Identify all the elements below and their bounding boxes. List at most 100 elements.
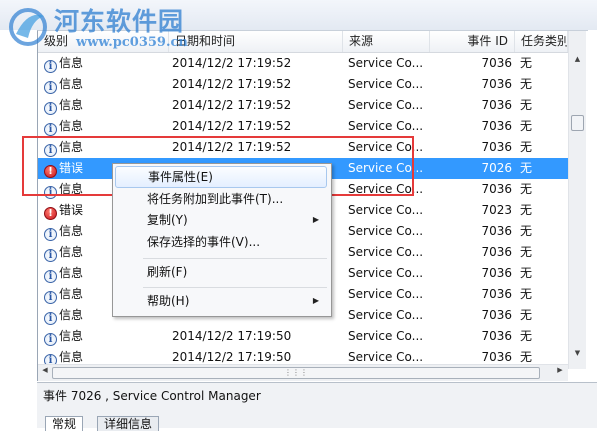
event-detail-title: 事件 7026 , Service Control Manager [43, 389, 261, 403]
column-header: 级别 日期和时间 来源 事件 ID 任务类别 [38, 31, 568, 53]
column-header-task-category[interactable]: 任务类别 [515, 31, 568, 52]
event-source: Service Co... [348, 98, 424, 112]
event-task-category: 无 [520, 287, 533, 301]
event-source: Service Co... [348, 287, 424, 301]
submenu-arrow-icon: ▶ [312, 215, 319, 224]
event-level: i 信息 [44, 137, 169, 158]
event-task-category: 无 [520, 224, 533, 238]
event-id: 7036 [481, 182, 512, 196]
event-source: Service Co... [348, 329, 424, 343]
event-task-category: 无 [520, 140, 533, 154]
event-level: i 信息 [44, 95, 169, 116]
tab-details[interactable]: 详细信息 [97, 416, 160, 431]
info-icon: i [44, 123, 57, 136]
info-icon: i [44, 333, 57, 346]
table-row[interactable]: i 信息 2014/12/2 17:19:52 Service Co... 7036 无 [38, 74, 568, 95]
info-icon: i [44, 186, 57, 199]
submenu-arrow-icon: ▶ [312, 296, 319, 305]
event-task-category: 无 [520, 77, 533, 91]
event-id: 7036 [481, 266, 512, 280]
info-icon: i [44, 312, 57, 325]
event-id: 7036 [481, 329, 512, 343]
event-source: Service Co... [348, 182, 424, 196]
context-menu: 事件属性(E) 将任务附加到此事件(T)... 复制(Y) ▶ 保存选择的事件(V… [112, 163, 332, 317]
event-task-category: 无 [520, 329, 533, 343]
menu-item-attach-task[interactable]: 将任务附加到此事件(T)... [115, 188, 327, 210]
event-task-category: 无 [520, 161, 533, 175]
event-task-category: 无 [520, 56, 533, 70]
event-task-category: 无 [520, 203, 533, 217]
menu-item-save-selected[interactable]: 保存选择的事件(V)... [115, 231, 327, 253]
table-row[interactable]: i 信息 2014/12/2 17:19:52 Service Co... 7036 无 [38, 95, 568, 116]
event-detail-pane: 事件 7026 , Service Control Manager 常规 详细信… [37, 382, 597, 431]
column-header-date[interactable]: 日期和时间 [169, 31, 343, 52]
menu-item-copy[interactable]: 复制(Y) ▶ [115, 209, 327, 231]
event-level: i 信息 [44, 53, 169, 74]
column-header-source[interactable]: 来源 [343, 31, 430, 52]
event-task-category: 无 [520, 98, 533, 112]
scroll-up-icon[interactable]: ▲ [569, 55, 586, 63]
info-icon: i [44, 102, 57, 115]
info-icon: i [44, 60, 57, 73]
scroll-thumb[interactable] [571, 115, 584, 131]
info-icon: i [44, 144, 57, 157]
menu-item-help[interactable]: 帮助(H) ▶ [115, 290, 327, 312]
event-date: 2014/12/2 17:19:52 [172, 98, 292, 112]
table-row[interactable]: i 信息 2014/12/2 17:19:52 Service Co... 7036 无 [38, 116, 568, 137]
event-level: i 信息 [44, 326, 169, 347]
event-source: Service Co... [348, 308, 424, 322]
tab-general[interactable]: 常规 [45, 416, 84, 431]
event-date: 2014/12/2 17:19:50 [172, 329, 292, 343]
event-id: 7036 [481, 308, 512, 322]
top-toolbar-strip [0, 0, 597, 30]
event-level: i 信息 [44, 74, 169, 95]
info-icon: i [44, 291, 57, 304]
column-header-event-id[interactable]: 事件 ID [430, 31, 515, 52]
event-source: Service Co... [348, 203, 424, 217]
error-icon: ! [44, 207, 57, 220]
event-id: 7026 [481, 161, 512, 175]
menu-separator [143, 258, 327, 259]
event-source: Service Co... [348, 161, 424, 175]
event-source: Service Co... [348, 245, 424, 259]
info-icon: i [44, 81, 57, 94]
menu-item-event-properties[interactable]: 事件属性(E) [115, 166, 327, 188]
event-task-category: 无 [520, 266, 533, 280]
event-id: 7036 [481, 56, 512, 70]
error-icon: ! [44, 165, 57, 178]
event-source: Service Co... [348, 140, 424, 154]
event-source: Service Co... [348, 77, 424, 91]
event-id: 7036 [481, 77, 512, 91]
table-row[interactable]: i 信息 2014/12/2 17:19:52 Service Co... 7036 无 [38, 137, 568, 158]
scroll-left-icon[interactable]: ◀ [39, 366, 51, 374]
event-task-category: 无 [520, 182, 533, 196]
scroll-down-icon[interactable]: ▼ [569, 349, 586, 357]
info-icon: i [44, 249, 57, 262]
event-source: Service Co... [348, 119, 424, 133]
horizontal-scroll-thumb[interactable]: ⋮⋮⋮ [52, 367, 540, 379]
event-level: i 信息 [44, 116, 169, 137]
event-date: 2014/12/2 17:19:52 [172, 119, 292, 133]
event-id: 7036 [481, 119, 512, 133]
event-task-category: 无 [520, 245, 533, 259]
event-id: 7036 [481, 140, 512, 154]
event-id: 7036 [481, 224, 512, 238]
scroll-right-icon[interactable]: ▶ [554, 366, 566, 374]
event-task-category: 无 [520, 308, 533, 322]
column-header-level[interactable]: 级别 [38, 31, 169, 52]
event-id: 7036 [481, 245, 512, 259]
event-task-category: 无 [520, 119, 533, 133]
event-date: 2014/12/2 17:19:52 [172, 140, 292, 154]
event-id: 7036 [481, 98, 512, 112]
info-icon: i [44, 228, 57, 241]
menu-item-refresh[interactable]: 刷新(F) [115, 261, 327, 283]
horizontal-scrollbar[interactable]: ◀ ⋮⋮⋮ ▶ [38, 364, 568, 381]
event-id: 7036 [481, 287, 512, 301]
info-icon: i [44, 270, 57, 283]
table-row[interactable]: i 信息 2014/12/2 17:19:50 Service Co... 7036 无 [38, 326, 568, 347]
menu-separator [143, 287, 327, 288]
vertical-scrollbar[interactable]: ▲ ▼ [568, 31, 586, 369]
table-row[interactable]: i 信息 2014/12/2 17:19:52 Service Co... 7036 无 [38, 53, 568, 74]
event-date: 2014/12/2 17:19:52 [172, 77, 292, 91]
event-id: 7023 [481, 203, 512, 217]
